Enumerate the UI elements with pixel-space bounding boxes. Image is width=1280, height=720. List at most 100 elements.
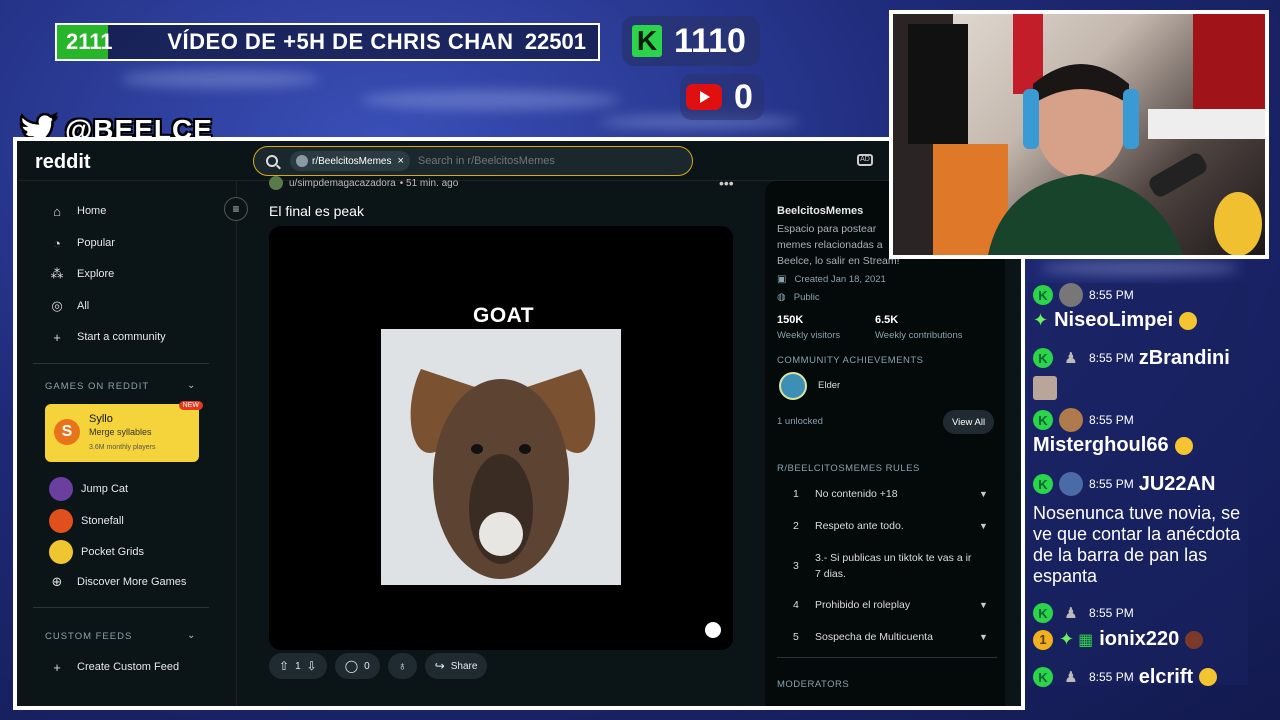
rule-number: 2 xyxy=(793,520,799,532)
more-options-icon[interactable]: ••• xyxy=(719,175,734,191)
advertise-icon[interactable]: AD xyxy=(857,154,873,166)
chat-time: 8:55 PM xyxy=(1089,670,1134,684)
author-avatar[interactable] xyxy=(269,176,283,190)
vote-count: 1 xyxy=(295,660,301,672)
nav-label: Popular xyxy=(77,237,115,249)
chevron-down-icon[interactable]: ▼ xyxy=(979,632,995,642)
post-time: • 51 min. ago xyxy=(399,177,459,189)
stream-chat: K 8:55 PM ✦ NiseoLimpei K ♟ 8:55 PM zBra… xyxy=(1028,275,1253,695)
post-video[interactable]: GOAT xyxy=(269,226,733,650)
stonefall-icon xyxy=(49,509,73,533)
home-icon: ⌂ xyxy=(53,203,61,219)
emote-icon xyxy=(1185,630,1204,649)
user-avatar xyxy=(1059,472,1083,496)
chat-message: K 8:55 PM xyxy=(1033,408,1139,432)
chat-message-body: Nosenunca tuve novia, se ve que contar l… xyxy=(1033,503,1247,587)
post-title[interactable]: El final es peak xyxy=(269,203,364,219)
goal-current-value: 2111 xyxy=(66,29,113,54)
created-text: Created Jan 18, 2021 xyxy=(794,274,886,285)
syllo-logo-icon: S xyxy=(54,419,80,445)
chevron-down-icon[interactable]: ▼ xyxy=(979,521,995,531)
rule-number: 5 xyxy=(793,631,799,643)
chat-message: ✦ NiseoLimpei xyxy=(1033,309,1198,332)
chat-time: 8:55 PM xyxy=(1089,413,1134,427)
nav-label: Home xyxy=(77,205,107,217)
rule-item[interactable]: 1 No contenido +18 ▼ xyxy=(777,482,995,506)
youtube-logo-icon xyxy=(686,84,722,110)
chevron-down-icon[interactable]: ▼ xyxy=(979,489,995,499)
post-action-bar: ⇧ 1 ⇩ ◯ 0 ♁ ↪ Share xyxy=(269,653,488,679)
games-section-title[interactable]: GAMES ON REDDIT xyxy=(45,381,149,392)
nav-item-start-community[interactable]: + Start a community xyxy=(49,329,165,345)
achievement-name: Elder xyxy=(818,380,841,391)
comment-icon: ◯ xyxy=(344,659,359,673)
reddit-logo[interactable]: reddit xyxy=(35,151,91,174)
custom-feeds-title[interactable]: CUSTOM FEEDS xyxy=(45,631,132,642)
chat-time: 8:55 PM xyxy=(1089,288,1134,302)
month-badge-icon: 1 xyxy=(1033,629,1053,650)
view-all-button[interactable]: View All xyxy=(943,410,995,434)
chat-username: NiseoLimpei xyxy=(1054,309,1174,331)
background-cloud xyxy=(360,90,620,110)
upvote-icon[interactable]: ⇧ xyxy=(279,659,289,673)
rule-item[interactable]: 4 Prohibido el roleplay ▼ xyxy=(777,593,995,617)
featured-game-card[interactable]: S Syllo Merge syllables 3.6M monthly pla… xyxy=(45,401,203,462)
weekly-visitors-value: 150K xyxy=(777,314,804,326)
plus-icon: + xyxy=(53,329,61,345)
create-custom-feed[interactable]: + Create Custom Feed xyxy=(49,659,179,675)
nav-label: Create Custom Feed xyxy=(77,661,180,673)
vote-control[interactable]: ⇧ 1 ⇩ xyxy=(269,653,327,679)
sound-toggle-icon[interactable] xyxy=(705,622,721,638)
collapse-sidebar-button[interactable]: ≡ xyxy=(224,197,248,221)
award-button[interactable]: ♁ xyxy=(387,653,417,679)
youtube-count: 0 xyxy=(734,77,753,116)
left-sidebar: ⌂ Home ◔ Popular ⁂ Explore ◎ All + Start… xyxy=(17,181,237,706)
plus-icon: + xyxy=(53,659,61,675)
subreddit-search-chip[interactable]: r/BeelcitosMemes × xyxy=(290,151,410,171)
emote-icon xyxy=(1174,436,1193,455)
discover-more-games[interactable]: ⊕ Discover More Games xyxy=(49,574,187,590)
subreddit-avatar-icon xyxy=(296,155,308,167)
rule-item[interactable]: 5 Sospecha de Multicuenta ▼ xyxy=(777,625,995,649)
search-icon xyxy=(266,155,278,167)
nav-item-explore[interactable]: ⁂ Explore xyxy=(49,266,115,282)
game-name: Syllo xyxy=(89,413,113,425)
divider xyxy=(33,607,209,608)
nav-item-popular[interactable]: ◔ Popular xyxy=(49,235,115,251)
kick-badge-icon: K xyxy=(1033,603,1053,623)
nav-item-home[interactable]: ⌂ Home xyxy=(49,203,106,219)
comment-count: 0 xyxy=(364,660,370,672)
chat-message: K 8:55 PM JU22AN xyxy=(1033,472,1215,496)
subreddit-sidebar: BeelcitosMemes Espacio para postear meme… xyxy=(765,181,1005,706)
post-author[interactable]: u/simpdemagacazadora xyxy=(289,178,396,189)
search-input[interactable] xyxy=(417,155,678,167)
chevron-down-icon[interactable]: ▼ xyxy=(979,600,995,610)
game-item-pocket-grids[interactable]: Pocket Grids xyxy=(49,540,144,564)
game-item-jump-cat[interactable]: Jump Cat xyxy=(49,477,128,501)
elder-achievement-icon[interactable] xyxy=(779,372,807,400)
kick-badge-icon: K xyxy=(1033,285,1053,305)
cat-emote-icon xyxy=(1033,376,1057,400)
nav-item-all[interactable]: ◎ All xyxy=(49,298,89,314)
share-button[interactable]: ↪ Share xyxy=(424,653,488,679)
webcam-feed xyxy=(889,10,1269,259)
game-item-stonefall[interactable]: Stonefall xyxy=(49,509,124,533)
kick-badge-icon: K xyxy=(1033,667,1053,687)
chevron-down-icon[interactable]: ⌄ xyxy=(187,380,195,391)
kick-count: 1110 xyxy=(674,21,746,60)
game-label: Discover More Games xyxy=(77,576,187,588)
rule-item[interactable]: 3 3.- Si publicas un tiktok te vas a ir … xyxy=(777,546,995,586)
rule-number: 3 xyxy=(793,560,799,572)
downvote-icon[interactable]: ⇩ xyxy=(307,659,317,673)
all-icon: ◎ xyxy=(51,298,63,313)
chevron-down-icon[interactable]: ⌄ xyxy=(187,630,195,641)
search-box[interactable]: r/BeelcitosMemes × xyxy=(253,146,693,176)
webcam-image xyxy=(893,14,1265,255)
comments-button[interactable]: ◯ 0 xyxy=(334,653,380,679)
rule-text: Sospecha de Multicuenta xyxy=(815,631,933,643)
achievements-unlocked: 1 unlocked xyxy=(777,416,823,427)
rule-item[interactable]: 2 Respeto ante todo. ▼ xyxy=(777,514,995,538)
created-date: ▣ Created Jan 18, 2021 xyxy=(777,274,886,285)
close-icon[interactable]: × xyxy=(397,155,403,167)
subreddit-name: BeelcitosMemes xyxy=(777,205,864,217)
